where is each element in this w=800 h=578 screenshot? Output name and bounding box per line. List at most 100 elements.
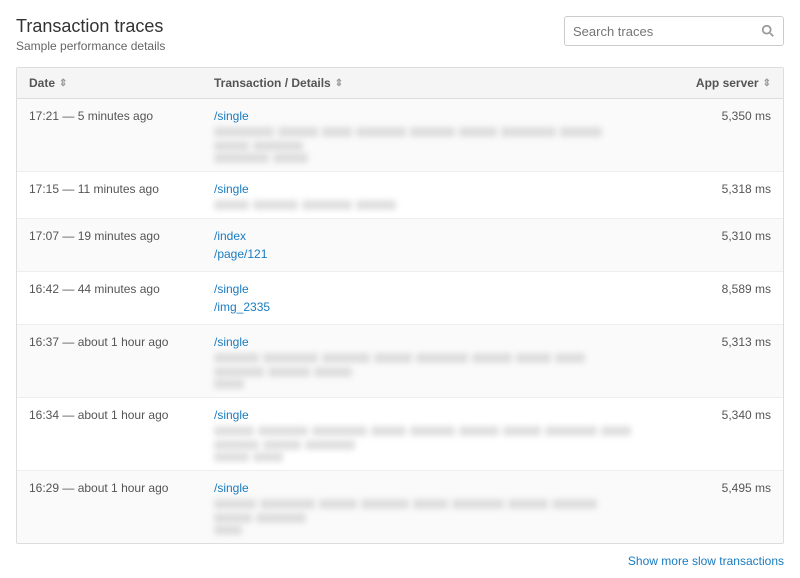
blur-segment bbox=[312, 426, 367, 436]
sort-date-icon[interactable]: ⇕ bbox=[59, 78, 67, 89]
detail-blur-line bbox=[214, 200, 631, 210]
blur-segment bbox=[322, 127, 352, 137]
col-header-appserver: App server ⇕ bbox=[643, 76, 783, 90]
row-date: 17:15 — 11 minutes ago bbox=[17, 180, 202, 210]
blur-segment bbox=[214, 200, 249, 210]
blur-segment bbox=[413, 499, 448, 509]
search-input[interactable] bbox=[573, 24, 761, 39]
blur-segment bbox=[601, 426, 631, 436]
detail-blur-line bbox=[214, 127, 631, 151]
blur-segment bbox=[356, 200, 396, 210]
row-date: 16:34 — about 1 hour ago bbox=[17, 406, 202, 462]
transaction-link[interactable]: /single bbox=[214, 333, 631, 351]
row-duration: 5,318 ms bbox=[643, 180, 783, 210]
blur-segment bbox=[560, 127, 602, 137]
row-duration: 5,310 ms bbox=[643, 227, 783, 263]
search-box[interactable] bbox=[564, 16, 784, 46]
table-row: 16:34 — about 1 hour ago/single5,340 ms bbox=[17, 398, 783, 471]
transaction-link[interactable]: /single bbox=[214, 479, 631, 497]
blur-segment bbox=[253, 452, 283, 462]
blur-segment bbox=[555, 353, 585, 363]
transaction-link-secondary[interactable]: /img_2335 bbox=[214, 298, 631, 316]
table-body: 17:21 — 5 minutes ago/single 5,350 ms 17:1… bbox=[17, 99, 783, 543]
blur-segment bbox=[214, 499, 256, 509]
blur-segment bbox=[319, 499, 357, 509]
show-more-link[interactable]: Show more slow transactions bbox=[628, 554, 784, 568]
blur-segment bbox=[278, 127, 318, 137]
blur-segment bbox=[214, 127, 274, 137]
blur-segment bbox=[256, 513, 306, 523]
blur-segment bbox=[214, 353, 259, 363]
table-row: 17:15 — 11 minutes ago/single 5,318 ms bbox=[17, 172, 783, 219]
blur-segment bbox=[374, 353, 412, 363]
table-row: 17:21 — 5 minutes ago/single 5,350 ms bbox=[17, 99, 783, 172]
blur-segment bbox=[410, 426, 455, 436]
blur-segment bbox=[268, 367, 310, 377]
row-transaction: /single bbox=[202, 107, 643, 163]
search-icon bbox=[761, 24, 775, 38]
blur-segment bbox=[214, 141, 249, 151]
blur-segment bbox=[452, 499, 504, 509]
blur-segment bbox=[516, 353, 551, 363]
blur-segment bbox=[214, 452, 249, 462]
blur-segment bbox=[361, 499, 409, 509]
table-row: 16:42 — 44 minutes ago/single/img_23358,… bbox=[17, 272, 783, 325]
row-transaction: /single bbox=[202, 333, 643, 389]
header-row: Transaction traces Sample performance de… bbox=[16, 16, 784, 53]
transaction-link[interactable]: /single bbox=[214, 280, 631, 298]
traces-table: Date ⇕ Transaction / Details ⇕ App serve… bbox=[16, 67, 784, 544]
row-transaction: /single bbox=[202, 406, 643, 462]
row-transaction: /single bbox=[202, 479, 643, 535]
blur-segment bbox=[214, 153, 269, 163]
detail-blur-line bbox=[214, 353, 631, 377]
row-duration: 5,350 ms bbox=[643, 107, 783, 163]
blur-segment bbox=[356, 127, 406, 137]
row-date: 16:29 — about 1 hour ago bbox=[17, 479, 202, 535]
page-title: Transaction traces bbox=[16, 16, 165, 37]
blur-segment bbox=[545, 426, 597, 436]
row-date: 17:07 — 19 minutes ago bbox=[17, 227, 202, 263]
blur-segment bbox=[305, 440, 355, 450]
blur-segment bbox=[214, 426, 254, 436]
table-row: 16:37 — about 1 hour ago/single5,313 ms bbox=[17, 325, 783, 398]
title-block: Transaction traces Sample performance de… bbox=[16, 16, 165, 53]
row-duration: 8,589 ms bbox=[643, 280, 783, 316]
blur-segment bbox=[314, 367, 352, 377]
blur-segment bbox=[263, 440, 301, 450]
transaction-link[interactable]: /single bbox=[214, 180, 631, 198]
blur-segment bbox=[322, 353, 370, 363]
detail-blur-line-2 bbox=[214, 525, 631, 535]
sort-appserver-icon[interactable]: ⇕ bbox=[763, 78, 771, 89]
row-transaction: /single/img_2335 bbox=[202, 280, 643, 316]
blur-segment bbox=[508, 499, 548, 509]
col-header-transaction: Transaction / Details ⇕ bbox=[202, 76, 643, 90]
table-row: 16:29 — about 1 hour ago/single 5,495 ms bbox=[17, 471, 783, 543]
row-duration: 5,495 ms bbox=[643, 479, 783, 535]
blur-segment bbox=[260, 499, 315, 509]
blur-segment bbox=[552, 499, 597, 509]
sort-transaction-icon[interactable]: ⇕ bbox=[335, 78, 343, 89]
detail-blur-line bbox=[214, 426, 631, 450]
transaction-link[interactable]: /index bbox=[214, 227, 631, 245]
detail-blur-line-2 bbox=[214, 153, 631, 163]
row-transaction: /single bbox=[202, 180, 643, 210]
row-date: 17:21 — 5 minutes ago bbox=[17, 107, 202, 163]
page-container: Transaction traces Sample performance de… bbox=[0, 0, 800, 544]
blur-segment bbox=[214, 513, 252, 523]
transaction-link-secondary[interactable]: /page/121 bbox=[214, 245, 631, 263]
row-date: 16:42 — 44 minutes ago bbox=[17, 280, 202, 316]
detail-blur-line-2 bbox=[214, 452, 631, 462]
footer-row: Show more slow transactions bbox=[0, 544, 800, 578]
blur-segment bbox=[459, 426, 499, 436]
detail-blur-line bbox=[214, 499, 631, 523]
transaction-link[interactable]: /single bbox=[214, 406, 631, 424]
blur-segment bbox=[214, 379, 244, 389]
blur-segment bbox=[214, 525, 242, 535]
blur-segment bbox=[214, 440, 259, 450]
blur-segment bbox=[302, 200, 352, 210]
blur-segment bbox=[501, 127, 556, 137]
blur-segment bbox=[410, 127, 455, 137]
page-subtitle: Sample performance details bbox=[16, 39, 165, 53]
blur-segment bbox=[459, 127, 497, 137]
transaction-link[interactable]: /single bbox=[214, 107, 631, 125]
